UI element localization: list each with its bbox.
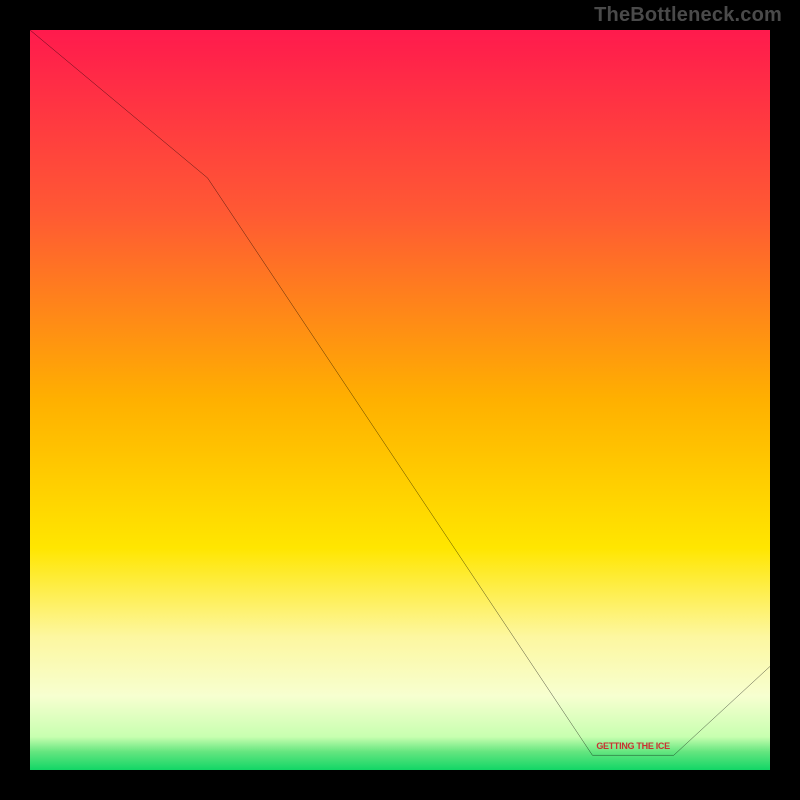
series-label: GETTING THE ICE (596, 741, 670, 751)
chart-stage: TheBottleneck.com GETTING THE ICE (0, 0, 800, 800)
watermark-text: TheBottleneck.com (594, 4, 782, 27)
plot-area: GETTING THE ICE (30, 30, 770, 770)
line-series (30, 30, 770, 770)
